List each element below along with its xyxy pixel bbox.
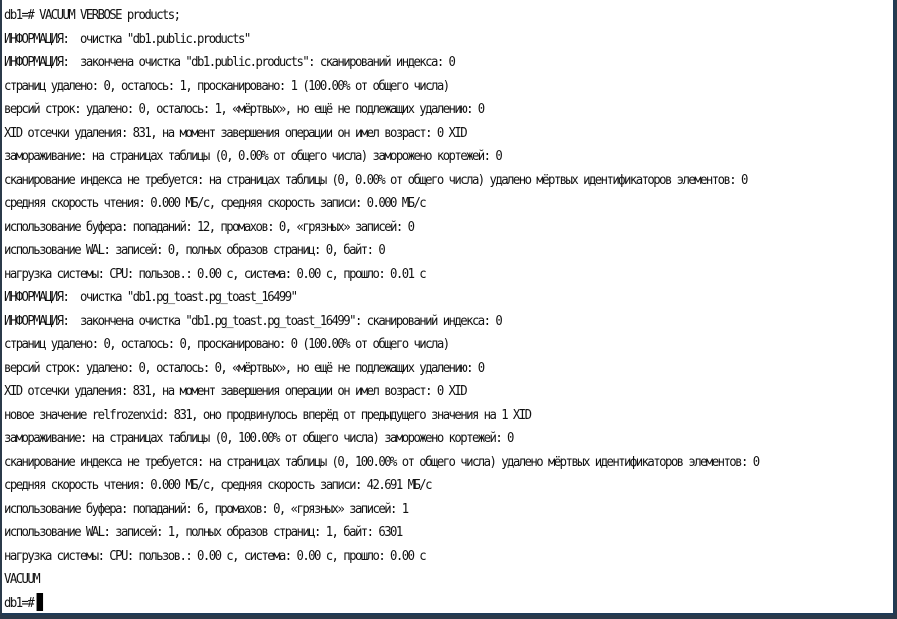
- terminal-line: использование буфера: попаданий: 12, про…: [4, 219, 415, 235]
- terminal-line: страниц удалено: 0, осталось: 0, проскан…: [4, 337, 450, 352]
- terminal-line: средняя скорость чтения: 0.000 МБ/с, сре…: [4, 478, 433, 493]
- terminal-line: сканирование индекса не требуется: на ст…: [4, 454, 760, 470]
- terminal-line: сканирование индекса не требуется: на ст…: [4, 172, 748, 188]
- terminal-line: ИНФОРМАЦИЯ: очистка "db1.pg_toast.pg_toa…: [4, 290, 298, 305]
- terminal-line: нагрузка системы: CPU: пользов.: 0.00 с,…: [4, 548, 427, 564]
- terminal-line: ИНФОРМАЦИЯ: очистка "db1.public.products…: [4, 31, 251, 47]
- terminal-line: использование буфера: попаданий: 6, пром…: [4, 501, 409, 517]
- terminal-line: ИНФОРМАЦИЯ: закончена очистка "db1.publi…: [4, 55, 456, 70]
- terminal-line: ИНФОРМАЦИЯ: закончена очистка "db1.pg_to…: [4, 313, 503, 329]
- terminal-line: XID отсечки удаления: 831, на момент зав…: [4, 125, 468, 141]
- terminal-window[interactable]: db1=# VACUUM VERBOSE products; ИНФОРМАЦИ…: [2, 0, 895, 615]
- terminal-line: использование WAL: записей: 1, полных об…: [4, 525, 403, 540]
- terminal-line: использование WAL: записей: 0, полных об…: [4, 243, 386, 258]
- prompt-line[interactable]: db1=#: [4, 592, 759, 614]
- terminal-line: db1=# VACUUM VERBOSE products;: [4, 8, 181, 23]
- terminal-line: версий строк: удалено: 0, осталось: 0, «…: [4, 360, 485, 376]
- prompt-text: db1=#: [4, 595, 35, 611]
- terminal-line: замораживание: на страницах таблицы (0, …: [4, 149, 503, 164]
- terminal-line: нагрузка системы: CPU: пользов.: 0.00 с,…: [4, 266, 427, 282]
- terminal-line: замораживание: на страницах таблицы (0, …: [4, 431, 514, 446]
- terminal-line: VACUUM: [4, 572, 41, 587]
- terminal-line: средняя скорость чтения: 0.000 МБ/с, сре…: [4, 196, 427, 211]
- terminal-output: db1=# VACUUM VERBOSE products; ИНФОРМАЦИ…: [4, 4, 815, 614]
- terminal-line: версий строк: удалено: 0, осталось: 1, «…: [4, 102, 485, 117]
- text-cursor: [36, 592, 44, 611]
- terminal-line: страниц удалено: 0, осталось: 1, проскан…: [4, 78, 450, 94]
- terminal-line: XID отсечки удаления: 831, на момент зав…: [4, 384, 468, 399]
- terminal-line: новое значение relfrozenxid: 831, оно пр…: [4, 407, 532, 423]
